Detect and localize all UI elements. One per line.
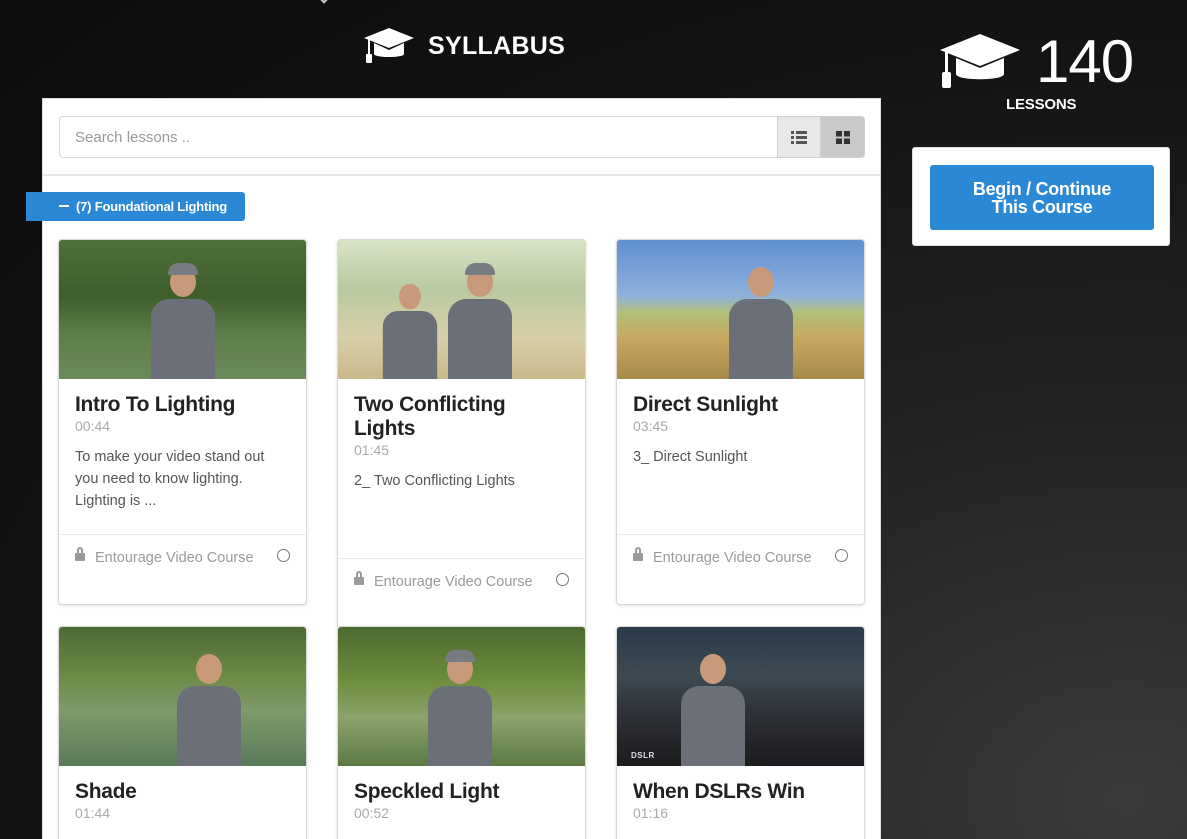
page-title: SYLLABUS: [428, 31, 566, 60]
presenter-figure: [428, 650, 492, 766]
cta-line-1: Begin / Continue: [972, 178, 1112, 199]
lesson-card-two-conflicting-lights[interactable]: Two Conflicting Lights 01:45 2_ Two Conf…: [337, 239, 586, 629]
cta-box: Begin / Continue This Course: [912, 147, 1170, 246]
lock-icon: [75, 547, 85, 561]
presenter-figure: [729, 267, 793, 379]
syllabus-header: SYLLABUS: [362, 26, 565, 66]
cta-line-2: This Course: [991, 196, 1093, 217]
lesson-card-speckled-light[interactable]: Speckled Light 00:52: [337, 626, 586, 839]
grid-view-button[interactable]: [821, 116, 865, 158]
course-name: Entourage Video Course: [95, 550, 254, 566]
lesson-card-intro-to-lighting[interactable]: Intro To Lighting 00:44 To make your vid…: [58, 239, 307, 605]
completion-status-radio[interactable]: [835, 549, 848, 562]
list-view-icon: [791, 130, 807, 144]
completion-status-radio[interactable]: [277, 549, 290, 562]
presenter-figure: [382, 283, 438, 379]
grid-view-icon: [835, 130, 850, 144]
lock-icon: [354, 571, 364, 585]
lesson-count: 140: [1036, 28, 1134, 95]
search-bar: [59, 116, 865, 158]
lesson-duration: 01:45: [354, 442, 390, 458]
lesson-title[interactable]: Two Conflicting Lights: [354, 393, 569, 441]
lesson-duration: 00:52: [354, 805, 390, 821]
course-name: Entourage Video Course: [653, 550, 812, 566]
begin-continue-course-button[interactable]: Begin / Continue This Course: [930, 165, 1154, 230]
lesson-count-label: LESSONS: [1006, 96, 1077, 113]
lesson-description: 2_ Two Conflicting Lights: [354, 473, 515, 489]
section-toggle-foundational-lighting[interactable]: (7) Foundational Lighting: [26, 192, 245, 221]
course-name: Entourage Video Course: [374, 574, 533, 590]
lesson-footer: Entourage Video Course: [617, 534, 864, 604]
completion-status-radio[interactable]: [556, 573, 569, 586]
minus-icon: [59, 205, 69, 207]
lesson-card-shade[interactable]: Shade 01:44: [58, 626, 307, 839]
thumbnail-tag: DSLR: [631, 751, 655, 760]
lesson-thumbnail[interactable]: [338, 240, 585, 379]
lock-icon: [633, 547, 643, 561]
search-input[interactable]: [59, 116, 777, 158]
presenter-figure: [177, 654, 241, 766]
lesson-footer: Entourage Video Course: [59, 534, 306, 604]
lesson-title[interactable]: Direct Sunlight: [633, 393, 848, 417]
dropdown-caret-icon[interactable]: [318, 0, 330, 4]
lesson-title[interactable]: When DSLRs Win: [633, 780, 848, 804]
lesson-description: 3_ Direct Sunlight: [633, 449, 748, 465]
lesson-duration: 01:44: [75, 805, 111, 821]
lesson-thumbnail[interactable]: [59, 627, 306, 766]
presenter-figure: [151, 263, 215, 379]
lesson-card-direct-sunlight[interactable]: Direct Sunlight 03:45 3_ Direct Sunlight…: [616, 239, 865, 605]
graduation-cap-icon: [940, 34, 1020, 88]
list-view-button[interactable]: [777, 116, 821, 158]
section-label: (7) Foundational Lighting: [76, 199, 227, 214]
lesson-thumbnail[interactable]: DSLR: [617, 627, 864, 766]
lesson-title[interactable]: Intro To Lighting: [75, 393, 290, 417]
presenter-figure: [448, 263, 512, 379]
lesson-description: To make your video stand out you need to…: [75, 449, 265, 509]
lesson-duration: 01:16: [633, 805, 669, 821]
lesson-duration: 03:45: [633, 418, 669, 434]
graduation-cap-icon: [364, 28, 414, 63]
lesson-title[interactable]: Shade: [75, 780, 290, 804]
lesson-title[interactable]: Speckled Light: [354, 780, 569, 804]
lesson-thumbnail[interactable]: [59, 240, 306, 379]
lesson-duration: 00:44: [75, 418, 111, 434]
lesson-card-when-dslrs-win[interactable]: DSLR When DSLRs Win 01:16: [616, 626, 865, 839]
lesson-footer: Entourage Video Course: [338, 558, 585, 628]
lesson-thumbnail[interactable]: [617, 240, 864, 379]
lesson-thumbnail[interactable]: [338, 627, 585, 766]
presenter-figure: [681, 654, 745, 766]
divider: [43, 174, 880, 176]
